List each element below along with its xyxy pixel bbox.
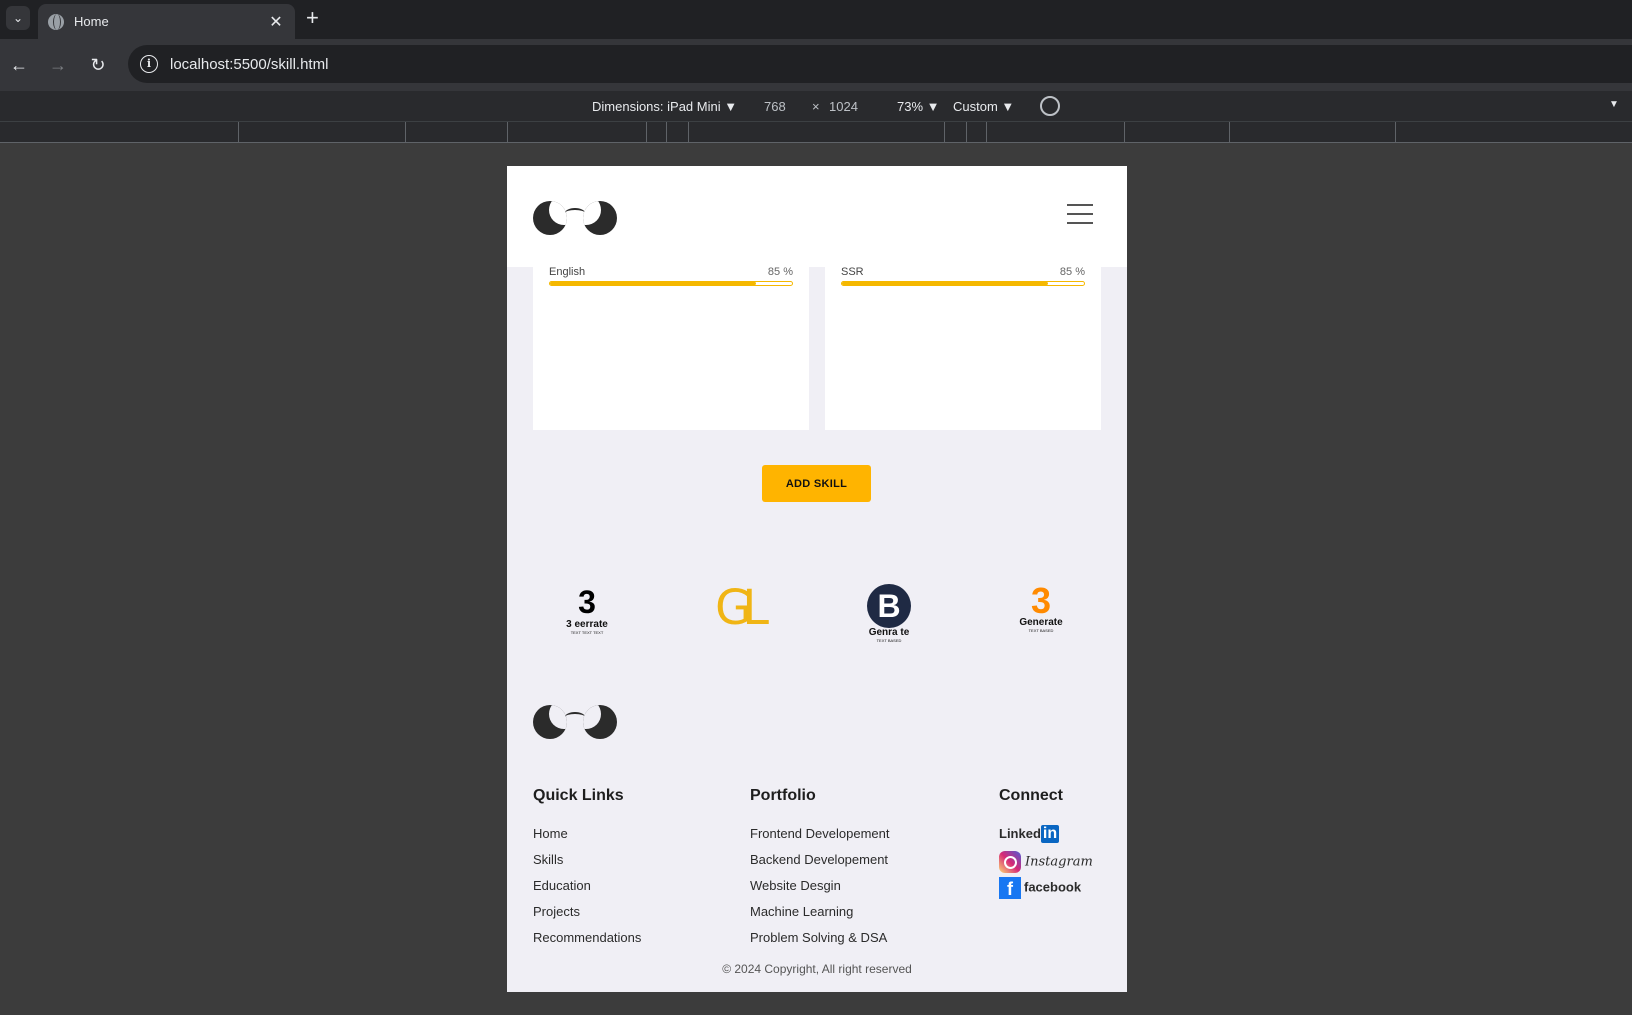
url-text[interactable]: localhost:5500/skill.html	[170, 56, 328, 73]
footer-link-website-design[interactable]: Website Desgin	[750, 877, 889, 903]
footer-heading: Connect	[999, 787, 1063, 804]
add-skill-button[interactable]: ADD SKILL	[762, 465, 871, 502]
instagram-icon	[999, 851, 1021, 873]
skill-progress-bar	[549, 281, 793, 286]
forward-button[interactable]: →	[46, 53, 70, 77]
device-more-icon[interactable]: ▼	[1609, 99, 1619, 110]
footer-link-backend[interactable]: Backend Developement	[750, 851, 889, 877]
tab-search-button[interactable]: ⌄	[6, 6, 30, 30]
reload-button[interactable]: ↻	[86, 53, 110, 77]
skill-progress-fill	[842, 282, 1048, 285]
site-logo[interactable]	[533, 200, 617, 236]
linkedin-in-badge: in	[1040, 825, 1060, 843]
browser-tab[interactable]: Home ✕	[38, 4, 295, 39]
skill-name: SSR	[841, 266, 864, 278]
footer-link-machine-learning[interactable]: Machine Learning	[750, 903, 889, 929]
linkedin-link[interactable]: Linked in	[999, 825, 1093, 851]
brand-logo: B Genra te TEXT BASED	[857, 584, 921, 644]
brand-logo: GL	[715, 580, 769, 636]
browser-toolbar: ← → ↻ i localhost:5500/skill.html	[0, 39, 1632, 91]
skill-percent: 85 %	[767, 266, 793, 278]
skill-card: English 85 %	[533, 262, 809, 430]
footer-quick-links: Quick Links Home Skills Education Projec…	[533, 787, 641, 955]
brand-logo: 3 Generate TEXT BASED	[1019, 580, 1063, 634]
footer-link-dsa[interactable]: Problem Solving & DSA	[750, 929, 889, 955]
tab-title: Home	[74, 14, 109, 29]
skill-progress-bar	[841, 281, 1085, 286]
instagram-label: Instagram	[1025, 854, 1093, 870]
height-input[interactable]: 1024	[829, 99, 858, 114]
skill-card: SSR 85 %	[825, 262, 1101, 430]
media-query-ruler	[0, 122, 1632, 143]
footer-link-education[interactable]: Education	[533, 877, 641, 903]
tab-close-icon[interactable]: ✕	[267, 12, 285, 32]
footer-portfolio: Portfolio Frontend Developement Backend …	[750, 787, 889, 955]
linkedin-icon: Linked	[999, 826, 1041, 841]
times-icon: ×	[812, 99, 820, 114]
footer-heading: Quick Links	[533, 787, 624, 804]
copyright-text: © 2024 Copyright, All right reserved	[722, 962, 912, 976]
footer-logo[interactable]	[533, 704, 617, 740]
new-tab-button[interactable]: +	[306, 6, 319, 30]
dimensions-dropdown[interactable]: Dimensions: iPad Mini ▼	[592, 99, 737, 114]
device-viewport: English 85 % SSR 85 % ADD SKILL 3 3 eerr…	[507, 166, 1127, 992]
rotate-icon[interactable]	[1035, 91, 1065, 121]
facebook-icon: f	[999, 877, 1021, 899]
facebook-link[interactable]: f facebook	[999, 877, 1093, 903]
facebook-label: facebook	[1024, 879, 1082, 895]
width-input[interactable]: 768	[764, 99, 786, 114]
footer-link-skills[interactable]: Skills	[533, 851, 641, 877]
skill-progress-fill	[550, 282, 756, 285]
footer-link-home[interactable]: Home	[533, 825, 641, 851]
site-header	[507, 166, 1127, 267]
footer-link-projects[interactable]: Projects	[533, 903, 641, 929]
zoom-dropdown[interactable]: 73% ▼	[897, 99, 940, 114]
footer-heading: Portfolio	[750, 787, 816, 804]
footer-link-frontend[interactable]: Frontend Developement	[750, 825, 889, 851]
back-button[interactable]: ←	[7, 53, 31, 77]
footer-link-recommendations[interactable]: Recommendations	[533, 929, 641, 955]
browser-tab-bar: ⌄ Home ✕ +	[0, 0, 1632, 39]
device-toolbar: Dimensions: iPad Mini ▼ 768 × 1024 73% ▼…	[0, 91, 1632, 122]
instagram-link[interactable]: Instagram	[999, 851, 1093, 877]
site-info-icon[interactable]: i	[140, 55, 158, 73]
skill-percent: 85 %	[1059, 266, 1085, 278]
address-bar[interactable]: i localhost:5500/skill.html	[128, 45, 1632, 83]
skill-name: English	[549, 266, 586, 278]
footer-connect: Connect Linked in Instagram f facebook	[999, 787, 1093, 903]
throttle-dropdown[interactable]: Custom ▼	[953, 99, 1014, 114]
hamburger-menu-icon[interactable]	[1067, 204, 1093, 224]
globe-icon	[48, 13, 64, 30]
brand-logo: 3 3 eerrate TEXT TEXT TEXT	[566, 584, 608, 635]
